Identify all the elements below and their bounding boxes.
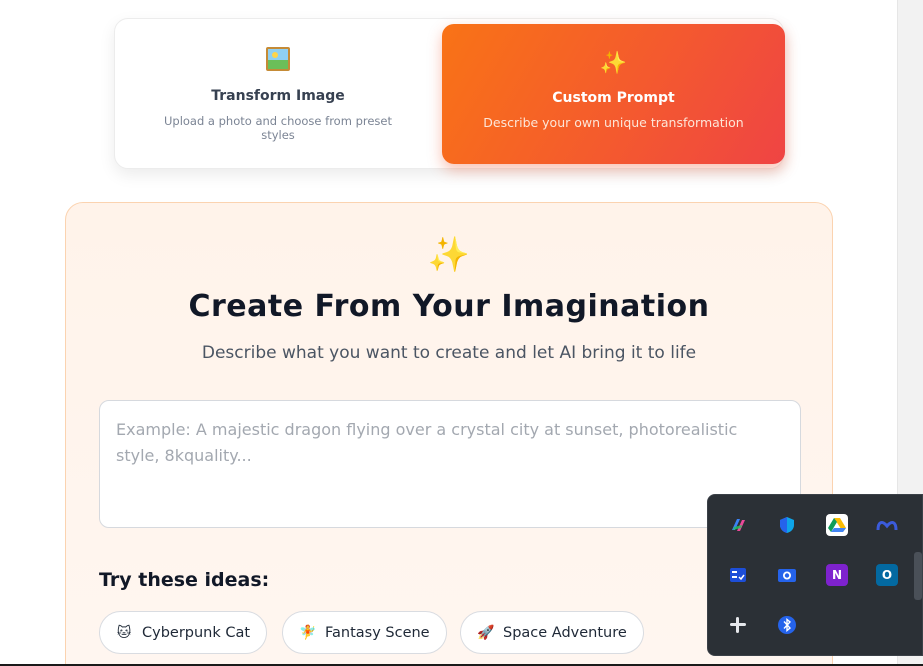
- sparkles-icon: ✨: [427, 235, 471, 275]
- cat-icon: 🐱: [116, 624, 132, 641]
- custom-prompt-option[interactable]: ✨ Custom Prompt Describe your own unique…: [442, 24, 785, 164]
- task-manager-icon[interactable]: [727, 564, 749, 586]
- idea-chip-label: Fantasy Scene: [325, 624, 430, 641]
- picture-icon: [266, 47, 290, 71]
- idea-chip-fantasy-scene[interactable]: 🧚 Fantasy Scene: [282, 611, 447, 654]
- custom-prompt-title: Custom Prompt: [552, 90, 675, 106]
- transform-image-option[interactable]: Transform Image Upload a photo and choos…: [115, 19, 441, 168]
- google-drive-icon[interactable]: [826, 514, 848, 536]
- copilot-icon[interactable]: [727, 514, 749, 536]
- transform-image-title: Transform Image: [211, 88, 345, 104]
- outlook-icon[interactable]: O: [876, 564, 898, 586]
- ideas-heading: Try these ideas:: [99, 569, 270, 591]
- fairy-icon: 🧚: [299, 624, 317, 641]
- transform-image-description: Upload a photo and choose from preset st…: [163, 114, 393, 142]
- defender-icon[interactable]: [776, 514, 798, 536]
- page-subtitle: Describe what you want to create and let…: [201, 343, 697, 363]
- outlook-glyph: O: [881, 568, 893, 582]
- idea-chip-label: Space Adventure: [503, 624, 627, 641]
- onenote-glyph: N: [831, 568, 843, 582]
- onenote-icon[interactable]: N: [826, 564, 848, 586]
- camera-icon[interactable]: [776, 564, 798, 586]
- bluetooth-icon[interactable]: [776, 614, 798, 636]
- custom-prompt-description: Describe your own unique transformation: [483, 115, 744, 130]
- slack-icon[interactable]: [727, 614, 749, 636]
- meta-icon[interactable]: [876, 514, 898, 536]
- idea-chip-space-adventure[interactable]: 🚀 Space Adventure: [460, 611, 644, 654]
- sparkles-icon: ✨: [599, 51, 628, 76]
- idea-chip-label: Cyberpunk Cat: [142, 624, 251, 641]
- prompt-input[interactable]: [99, 400, 801, 528]
- system-tray-overflow: N O: [707, 494, 923, 656]
- page-title: Create From Your Imagination: [188, 289, 710, 324]
- mode-selector: Transform Image Upload a photo and choos…: [114, 18, 785, 169]
- idea-chip-cyberpunk-cat[interactable]: 🐱 Cyberpunk Cat: [99, 611, 268, 654]
- rocket-icon: 🚀: [477, 624, 495, 641]
- tray-scrollbar[interactable]: [914, 552, 922, 600]
